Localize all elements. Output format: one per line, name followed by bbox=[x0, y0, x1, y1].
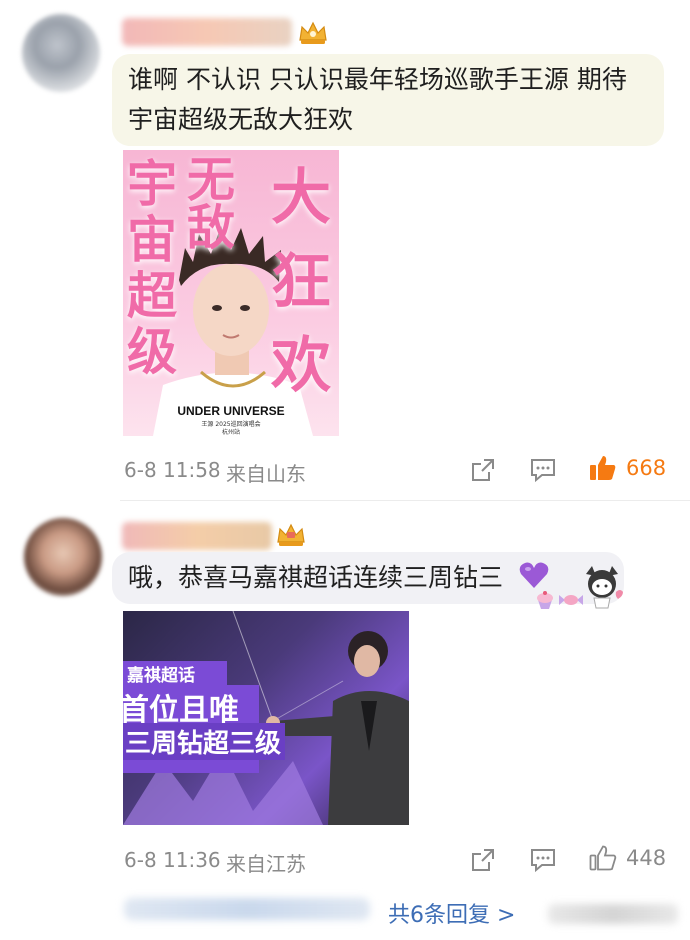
purple-heart-icon bbox=[519, 562, 549, 588]
blurred-reply-preview bbox=[124, 898, 370, 920]
poster-city: 杭州站 bbox=[221, 429, 240, 436]
like-count: 668 bbox=[626, 456, 667, 480]
crown-icon bbox=[299, 21, 327, 44]
thumbs-up-icon bbox=[589, 845, 617, 871]
comment-location: 来自山东 bbox=[226, 462, 306, 486]
poster-headline-char: 狂 bbox=[271, 247, 331, 317]
cupcake-sticker-icon bbox=[537, 591, 553, 609]
blurred-watermark bbox=[548, 904, 678, 924]
kuromi-sticker-icon bbox=[586, 566, 623, 609]
comment-icon[interactable] bbox=[530, 457, 556, 483]
comment-text-line: 谁啊 不认识 只认识最年轻场巡歌手王源 期待 bbox=[128, 65, 627, 94]
comment-time: 6-8 11:36 bbox=[124, 848, 221, 872]
poster-headline-char: 宇 bbox=[127, 155, 177, 213]
thumbs-up-icon bbox=[590, 456, 616, 480]
comment-time: 6-8 11:58 bbox=[124, 458, 221, 482]
poster-headline-char: 无 bbox=[187, 152, 236, 208]
image-caption-line: 嘉祺超话 bbox=[123, 661, 227, 686]
avatar[interactable] bbox=[22, 14, 100, 92]
comment-image[interactable]: 宇 宙 超 级 无 敌 大 狂 欢 UNDER UNIVERSE 王源 2025… bbox=[123, 150, 339, 436]
share-icon[interactable] bbox=[470, 457, 496, 483]
comment-image[interactable]: 嘉祺超话 首位且唯一 三周钻超三级 bbox=[123, 611, 409, 825]
crown-icon bbox=[277, 523, 305, 546]
like-button[interactable]: 668 bbox=[588, 453, 666, 483]
poster-brand: UNDER UNIVERSE bbox=[177, 404, 285, 418]
username[interactable] bbox=[122, 522, 272, 550]
divider bbox=[120, 500, 690, 501]
comment-icon[interactable] bbox=[530, 847, 556, 873]
poster-headline-char: 大 bbox=[271, 163, 331, 233]
like-count: 448 bbox=[626, 846, 667, 870]
share-icon[interactable] bbox=[470, 847, 496, 873]
poster-headline-char: 宙 bbox=[127, 211, 177, 269]
comment-text: 谁啊 不认识 只认识最年轻场巡歌手王源 期待 宇宙超级无敌大狂欢 bbox=[112, 54, 664, 146]
avatar[interactable] bbox=[24, 518, 102, 596]
comment-location: 来自江苏 bbox=[226, 852, 306, 876]
poster-headline-char: 敌 bbox=[187, 200, 236, 256]
view-replies-link[interactable]: 共6条回复 > bbox=[388, 897, 515, 929]
poster-headline-char: 级 bbox=[127, 323, 177, 381]
image-caption-line: 三周钻超三级 bbox=[123, 723, 285, 760]
like-button[interactable]: 448 bbox=[588, 843, 666, 873]
comment-text-line: 宇宙超级无敌大狂欢 bbox=[128, 105, 354, 134]
poster-headline-char: 超 bbox=[127, 267, 177, 325]
poster-headline-char: 欢 bbox=[271, 331, 331, 401]
username[interactable] bbox=[122, 18, 292, 46]
comment-text-line: 哦，恭喜马嘉祺超话连续三周钻三 bbox=[128, 563, 504, 592]
